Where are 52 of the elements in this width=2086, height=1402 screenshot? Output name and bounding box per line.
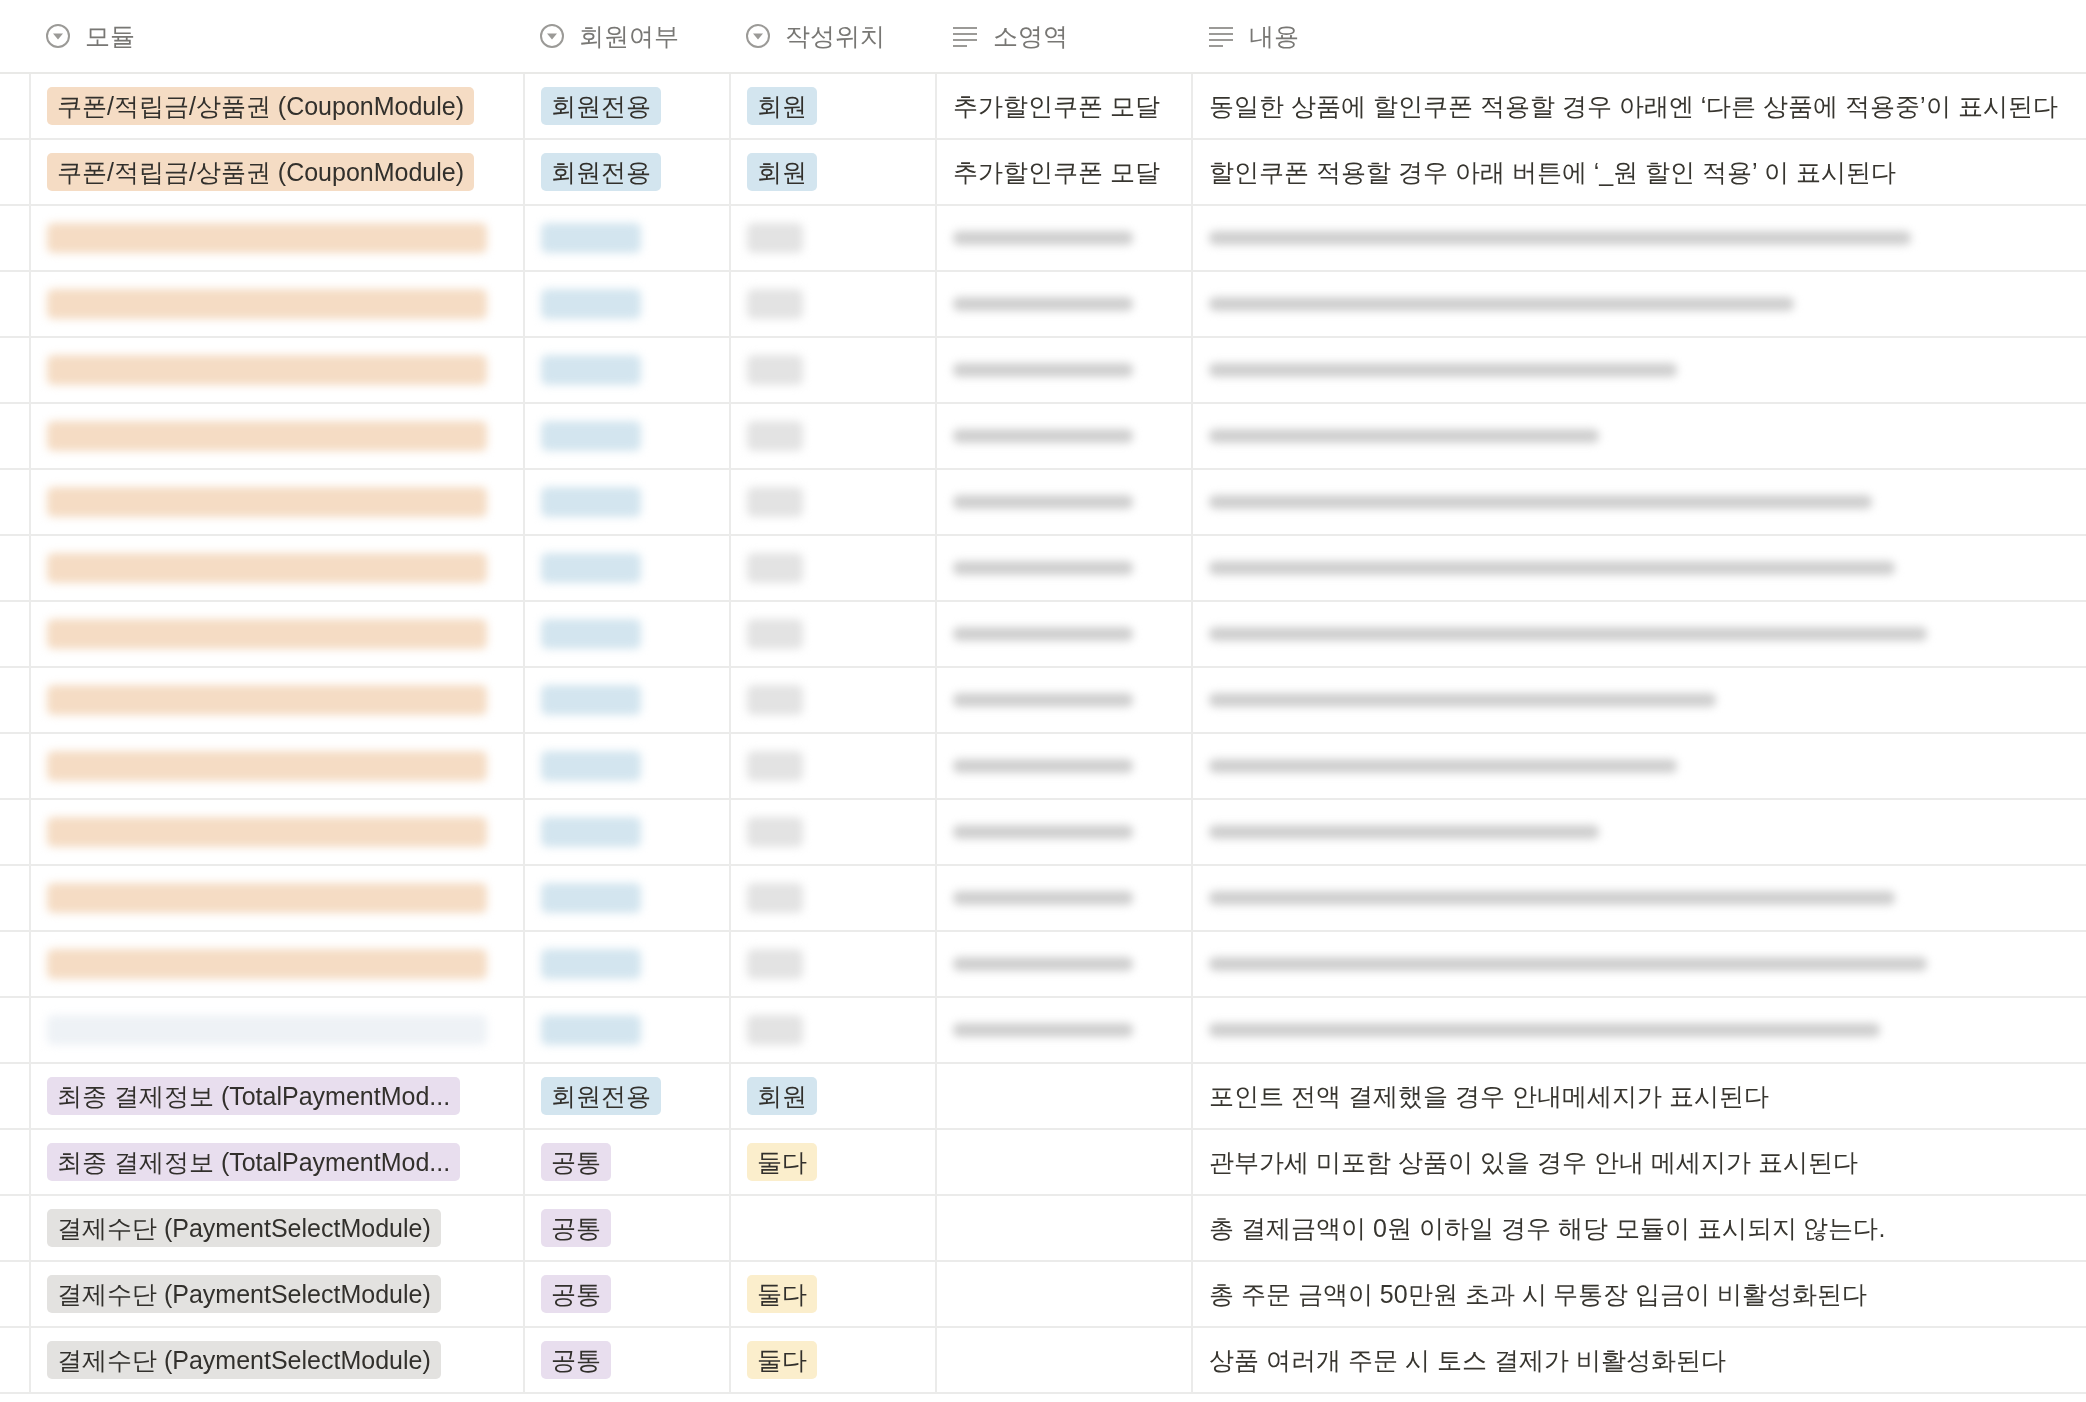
table-cell-text: 관부가세 미포함 상품이 있을 경우 안내 메세지가 표시된다: [1209, 1146, 1858, 1178]
table-cell-text: 동일한 상품에 할인쿠폰 적용할 경우 아래엔 ‘다른 상품에 적용중’이 표시된다: [1209, 90, 2058, 122]
table-cell-text: 총 결제금액이 0원 이하일 경우 해당 모듈이 표시되지 않는다.: [1209, 1212, 1886, 1244]
blurred-tag: [747, 487, 803, 517]
blurred-tag: [747, 949, 803, 979]
dropdown-icon: [45, 23, 71, 49]
column-header[interactable]: 회원여부: [579, 19, 679, 53]
table-cell-text: 추가할인쿠폰 모달: [953, 156, 1160, 188]
location-tag: 둘다: [747, 1143, 817, 1181]
membership-tag: 공통: [541, 1275, 611, 1313]
text-lines-icon: [951, 24, 979, 48]
module-tag: 결제수단 (PaymentSelectModule): [47, 1341, 441, 1379]
table-cell-text: 상품 여러개 주문 시 토스 결제가 비활성화된다: [1209, 1344, 1726, 1376]
table-cell-text: 추가할인쿠폰 모달: [953, 90, 1160, 122]
blurred-tag: [747, 223, 803, 253]
location-tag: 둘다: [747, 1275, 817, 1313]
blurred-tag: [747, 751, 803, 781]
blurred-tag: [747, 685, 803, 715]
membership-tag: 회원전용: [541, 87, 661, 125]
membership-tag: 회원전용: [541, 153, 661, 191]
text-lines-icon: [1207, 24, 1235, 48]
module-tag: 결제수단 (PaymentSelectModule): [47, 1275, 441, 1313]
module-tag: 최종 결제정보 (TotalPaymentMod...: [47, 1143, 461, 1181]
table-cell-text: 할인쿠폰 적용할 경우 아래 버튼에 ‘_원 할인 적용’ 이 표시된다: [1209, 156, 1896, 188]
blurred-tag: [747, 619, 803, 649]
column-header[interactable]: 작성위치: [785, 19, 885, 53]
membership-tag: 공통: [541, 1209, 611, 1247]
blurred-tag: [747, 883, 803, 913]
membership-tag: 공통: [541, 1143, 611, 1181]
column-header[interactable]: 내용: [1249, 19, 1299, 53]
table-cell-text: 포인트 전액 결제했을 경우 안내메세지가 표시된다: [1209, 1080, 1769, 1112]
blurred-tag: [747, 553, 803, 583]
location-tag: 회원: [747, 153, 817, 191]
blurred-tag: [747, 421, 803, 451]
table-cell-text: 총 주문 금액이 50만원 초과 시 무통장 입금이 비활성화된다: [1209, 1278, 1868, 1310]
blurred-tag: [747, 289, 803, 319]
module-tag: 최종 결제정보 (TotalPaymentMod...: [47, 1077, 461, 1115]
location-tag: 둘다: [747, 1341, 817, 1379]
blurred-tag: [747, 355, 803, 385]
location-tag: 회원: [747, 1077, 817, 1115]
blurred-tag: [747, 1015, 803, 1045]
membership-tag: 공통: [541, 1341, 611, 1379]
membership-tag: 회원전용: [541, 1077, 661, 1115]
location-tag: 회원: [747, 87, 817, 125]
dropdown-icon: [745, 23, 771, 49]
blurred-tag: [747, 817, 803, 847]
dropdown-icon: [539, 23, 565, 49]
column-header[interactable]: 소영역: [993, 19, 1068, 53]
column-header[interactable]: 모듈: [85, 19, 135, 53]
module-tag: 결제수단 (PaymentSelectModule): [47, 1209, 441, 1247]
module-tag: 쿠폰/적립금/상품권 (CouponModule): [47, 87, 475, 125]
module-tag: 쿠폰/적립금/상품권 (CouponModule): [47, 153, 475, 191]
